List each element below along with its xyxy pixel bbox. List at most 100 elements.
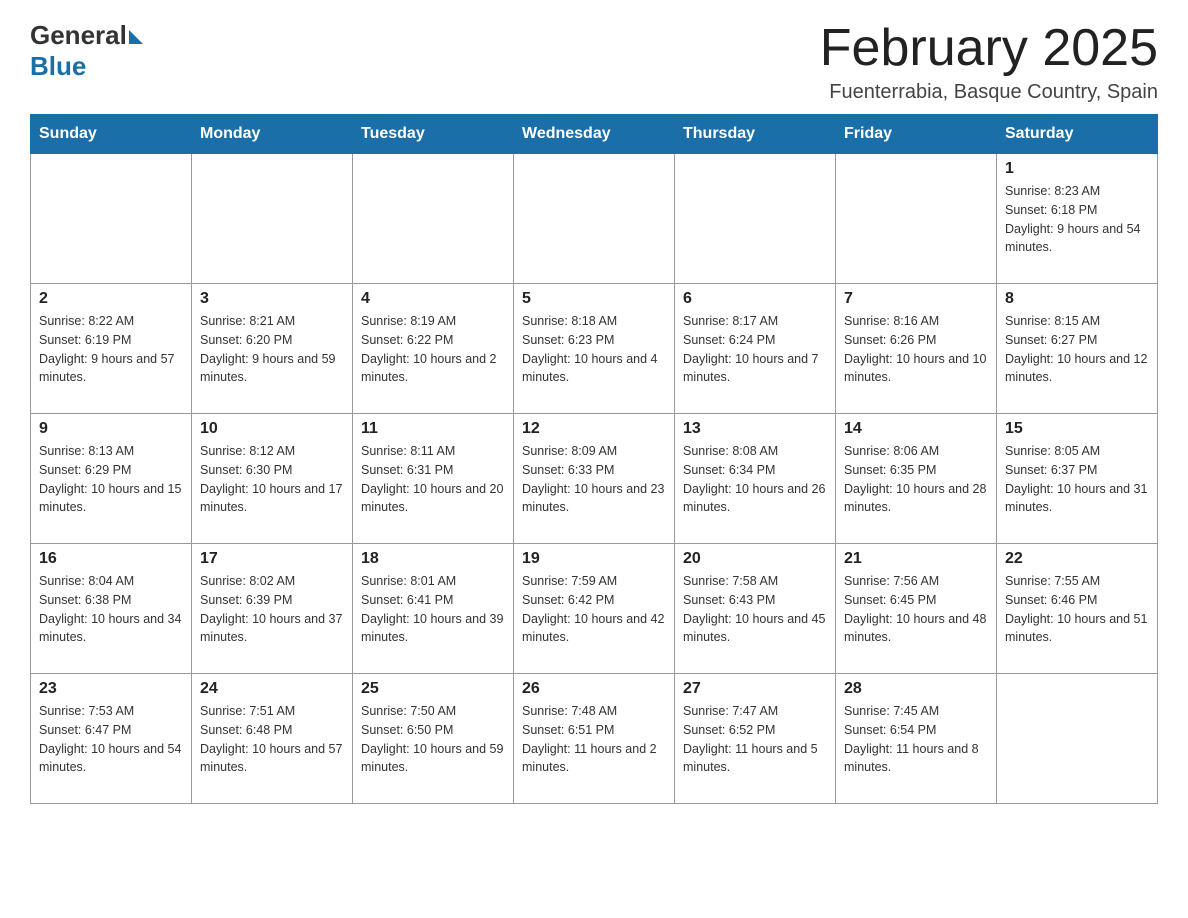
day-info: Sunrise: 8:11 AMSunset: 6:31 PMDaylight:… <box>361 442 505 517</box>
calendar-cell: 10 Sunrise: 8:12 AMSunset: 6:30 PMDayligh… <box>192 414 353 544</box>
calendar-cell: 19 Sunrise: 7:59 AMSunset: 6:42 PMDayligh… <box>514 544 675 674</box>
calendar-cell: 5Sunrise: 8:18 AMSunset: 6:23 PMDaylight… <box>514 284 675 414</box>
calendar-cell <box>836 154 997 284</box>
day-number: 9 <box>39 420 183 438</box>
day-number: 17 <box>200 550 344 568</box>
day-number: 22 <box>1005 550 1149 568</box>
calendar-week-4: 16 Sunrise: 8:04 AMSunset: 6:38 PMDayligh… <box>31 544 1158 674</box>
day-info: Sunrise: 8:21 AMSunset: 6:20 PMDaylight:… <box>200 312 344 387</box>
day-info: Sunrise: 7:56 AMSunset: 6:45 PMDaylight:… <box>844 572 988 647</box>
day-header-thursday: Thursday <box>675 115 836 154</box>
day-info: Sunrise: 8:08 AMSunset: 6:34 PMDaylight:… <box>683 442 827 517</box>
calendar-header: SundayMondayTuesdayWednesdayThursdayFrid… <box>31 115 1158 154</box>
calendar-cell: 13 Sunrise: 8:08 AMSunset: 6:34 PMDayligh… <box>675 414 836 544</box>
calendar-cell: 2 Sunrise: 8:22 AMSunset: 6:19 PMDaylight… <box>31 284 192 414</box>
calendar-cell <box>675 154 836 284</box>
calendar-table: SundayMondayTuesdayWednesdayThursdayFrid… <box>30 114 1158 804</box>
calendar-cell <box>192 154 353 284</box>
day-number: 18 <box>361 550 505 568</box>
day-info: Sunrise: 7:48 AMSunset: 6:51 PMDaylight:… <box>522 702 666 777</box>
day-number: 23 <box>39 680 183 698</box>
day-info: Sunrise: 8:12 AMSunset: 6:30 PMDaylight:… <box>200 442 344 517</box>
day-info: Sunrise: 8:09 AMSunset: 6:33 PMDaylight:… <box>522 442 666 517</box>
calendar-cell: 3Sunrise: 8:21 AMSunset: 6:20 PMDaylight… <box>192 284 353 414</box>
day-number: 12 <box>522 420 666 438</box>
logo-text: General <box>30 20 143 51</box>
day-number: 8 <box>1005 290 1149 308</box>
day-number: 2 <box>39 290 183 308</box>
day-info: Sunrise: 8:16 AMSunset: 6:26 PMDaylight:… <box>844 312 988 387</box>
day-info: Sunrise: 8:22 AMSunset: 6:19 PMDaylight:… <box>39 312 183 387</box>
calendar-cell: 7 Sunrise: 8:16 AMSunset: 6:26 PMDaylight… <box>836 284 997 414</box>
day-number: 5 <box>522 290 666 308</box>
day-info: Sunrise: 8:01 AMSunset: 6:41 PMDaylight:… <box>361 572 505 647</box>
calendar-cell: 28 Sunrise: 7:45 AMSunset: 6:54 PMDayligh… <box>836 674 997 804</box>
day-number: 21 <box>844 550 988 568</box>
day-number: 15 <box>1005 420 1149 438</box>
day-number: 10 <box>200 420 344 438</box>
calendar-cell: 12 Sunrise: 8:09 AMSunset: 6:33 PMDayligh… <box>514 414 675 544</box>
calendar-cell: 6 Sunrise: 8:17 AMSunset: 6:24 PMDaylight… <box>675 284 836 414</box>
day-number: 24 <box>200 680 344 698</box>
day-info: Sunrise: 7:50 AMSunset: 6:50 PMDaylight:… <box>361 702 505 777</box>
day-number: 27 <box>683 680 827 698</box>
day-info: Sunrise: 8:06 AMSunset: 6:35 PMDaylight:… <box>844 442 988 517</box>
day-info: Sunrise: 7:59 AMSunset: 6:42 PMDaylight:… <box>522 572 666 647</box>
calendar-cell <box>353 154 514 284</box>
calendar-cell: 1 Sunrise: 8:23 AMSunset: 6:18 PMDaylight… <box>997 154 1158 284</box>
calendar-cell: 4Sunrise: 8:19 AMSunset: 6:22 PMDaylight… <box>353 284 514 414</box>
day-info: Sunrise: 8:13 AMSunset: 6:29 PMDaylight:… <box>39 442 183 517</box>
day-info: Sunrise: 8:04 AMSunset: 6:38 PMDaylight:… <box>39 572 183 647</box>
calendar-cell <box>514 154 675 284</box>
day-info: Sunrise: 8:02 AMSunset: 6:39 PMDaylight:… <box>200 572 344 647</box>
day-number: 19 <box>522 550 666 568</box>
day-header-tuesday: Tuesday <box>353 115 514 154</box>
calendar-week-5: 23 Sunrise: 7:53 AMSunset: 6:47 PMDayligh… <box>31 674 1158 804</box>
calendar-cell <box>31 154 192 284</box>
day-number: 4 <box>361 290 505 308</box>
day-number: 6 <box>683 290 827 308</box>
logo: General Blue <box>30 20 143 82</box>
day-info: Sunrise: 7:45 AMSunset: 6:54 PMDaylight:… <box>844 702 988 777</box>
calendar-cell: 23 Sunrise: 7:53 AMSunset: 6:47 PMDayligh… <box>31 674 192 804</box>
day-number: 26 <box>522 680 666 698</box>
day-header-row: SundayMondayTuesdayWednesdayThursdayFrid… <box>31 115 1158 154</box>
day-header-saturday: Saturday <box>997 115 1158 154</box>
day-number: 11 <box>361 420 505 438</box>
calendar-cell: 17 Sunrise: 8:02 AMSunset: 6:39 PMDayligh… <box>192 544 353 674</box>
day-header-wednesday: Wednesday <box>514 115 675 154</box>
logo-blue: Blue <box>30 51 86 82</box>
day-info: Sunrise: 7:58 AMSunset: 6:43 PMDaylight:… <box>683 572 827 647</box>
calendar-body: 1 Sunrise: 8:23 AMSunset: 6:18 PMDaylight… <box>31 154 1158 804</box>
calendar-cell: 9 Sunrise: 8:13 AMSunset: 6:29 PMDaylight… <box>31 414 192 544</box>
day-info: Sunrise: 8:23 AMSunset: 6:18 PMDaylight:… <box>1005 182 1149 257</box>
calendar-cell <box>997 674 1158 804</box>
day-number: 14 <box>844 420 988 438</box>
month-title: February 2025 <box>820 20 1158 77</box>
calendar-cell: 22 Sunrise: 7:55 AMSunset: 6:46 PMDayligh… <box>997 544 1158 674</box>
calendar-cell: 21 Sunrise: 7:56 AMSunset: 6:45 PMDayligh… <box>836 544 997 674</box>
day-number: 28 <box>844 680 988 698</box>
calendar-week-1: 1 Sunrise: 8:23 AMSunset: 6:18 PMDaylight… <box>31 154 1158 284</box>
day-info: Sunrise: 7:53 AMSunset: 6:47 PMDaylight:… <box>39 702 183 777</box>
day-number: 16 <box>39 550 183 568</box>
day-number: 13 <box>683 420 827 438</box>
title-section: February 2025 Fuenterrabia, Basque Count… <box>820 20 1158 104</box>
calendar-cell: 8Sunrise: 8:15 AMSunset: 6:27 PMDaylight… <box>997 284 1158 414</box>
day-info: Sunrise: 7:47 AMSunset: 6:52 PMDaylight:… <box>683 702 827 777</box>
day-info: Sunrise: 7:55 AMSunset: 6:46 PMDaylight:… <box>1005 572 1149 647</box>
day-number: 7 <box>844 290 988 308</box>
page-header: General Blue February 2025 Fuenterrabia,… <box>30 20 1158 104</box>
day-number: 25 <box>361 680 505 698</box>
calendar-cell: 18 Sunrise: 8:01 AMSunset: 6:41 PMDayligh… <box>353 544 514 674</box>
calendar-week-3: 9 Sunrise: 8:13 AMSunset: 6:29 PMDaylight… <box>31 414 1158 544</box>
calendar-cell: 16 Sunrise: 8:04 AMSunset: 6:38 PMDayligh… <box>31 544 192 674</box>
logo-arrow-icon <box>129 30 143 44</box>
calendar-cell: 14 Sunrise: 8:06 AMSunset: 6:35 PMDayligh… <box>836 414 997 544</box>
day-info: Sunrise: 8:17 AMSunset: 6:24 PMDaylight:… <box>683 312 827 387</box>
day-number: 1 <box>1005 160 1149 178</box>
day-info: Sunrise: 8:05 AMSunset: 6:37 PMDaylight:… <box>1005 442 1149 517</box>
location: Fuenterrabia, Basque Country, Spain <box>820 81 1158 104</box>
day-header-friday: Friday <box>836 115 997 154</box>
calendar-cell: 27 Sunrise: 7:47 AMSunset: 6:52 PMDayligh… <box>675 674 836 804</box>
